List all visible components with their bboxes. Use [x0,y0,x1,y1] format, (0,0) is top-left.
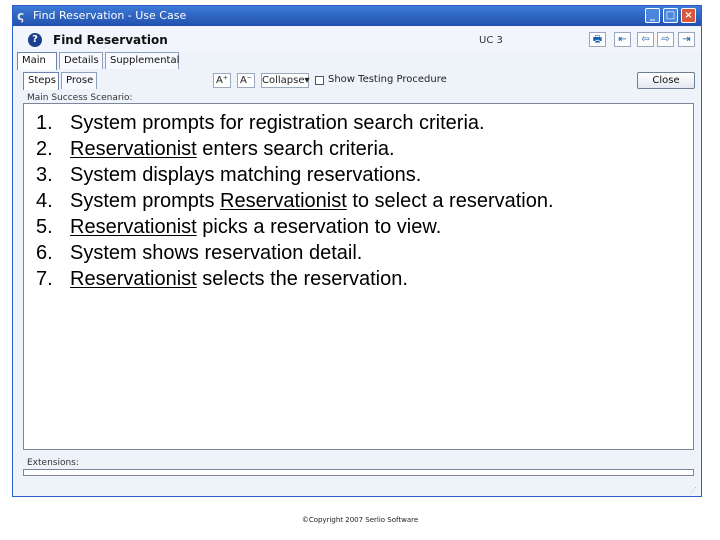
step-item: 1. System prompts for registration search… [36,110,693,136]
minimize-button[interactable]: _ [645,8,660,23]
step-number: 2. [36,138,53,160]
step-item: 2. Reservationist enters search criteria. [36,136,693,162]
window-title: Find Reservation - Use Case [33,9,187,22]
close-window-button[interactable]: × [681,8,696,23]
use-case-window: ς Find Reservation - Use Case _ □ × ? Fi… [12,5,702,497]
tab-prose[interactable]: Prose [61,72,97,89]
step-item: 6. System shows reservation detail. [36,240,693,266]
step-number: 1. [36,112,53,134]
step-number: 5. [36,216,53,238]
step-item: 3. System displays matching reservations. [36,162,693,188]
steps-toolbar: Steps Prose A⁺ A⁻ Collapse▾ Show Testing… [23,72,695,90]
back-icon[interactable]: ⇦ [637,32,654,47]
step-number: 3. [36,164,53,186]
step-text: System prompts for registration search c… [70,112,485,134]
app-icon: ς [17,9,25,23]
step-number: 6. [36,242,53,264]
step-text: System prompts [70,190,221,212]
step-item: 4. System prompts Reservationist to selec… [36,188,693,214]
step-item: 5. Reservationist picks a reservation to … [36,214,693,240]
help-icon[interactable]: ? [28,33,42,47]
last-icon[interactable]: ⇥ [678,32,695,47]
steps-list: 1. System prompts for registration search… [24,104,693,292]
collapse-dropdown[interactable]: Collapse▾ [261,73,310,88]
close-button[interactable]: Close [637,72,695,89]
actor-link[interactable]: Reservationist [70,138,197,160]
actor-link[interactable]: Reservationist [220,190,347,212]
steps-panel: 1. System prompts for registration search… [23,103,694,450]
show-testing-checkbox[interactable] [315,76,324,85]
step-text: enters search criteria. [196,138,395,160]
show-testing-label: Show Testing Procedure [328,74,447,85]
font-decrease-icon[interactable]: A⁻ [237,73,255,88]
step-text: selects the reservation. [196,268,408,290]
tab-steps[interactable]: Steps [23,72,59,90]
first-icon[interactable]: ⇤ [614,32,631,47]
tab-main[interactable]: Main [17,52,57,70]
step-text: System shows reservation detail. [70,242,363,264]
actor-link[interactable]: Reservationist [70,268,197,290]
extensions-panel[interactable] [23,469,694,476]
extensions-label: Extensions: [27,458,79,468]
step-text: picks a reservation to view. [196,216,442,238]
step-item: 7. Reservationist selects the reservation… [36,266,693,292]
use-case-id: UC 3 [479,35,503,46]
maximize-button[interactable]: □ [663,8,678,23]
font-increase-icon[interactable]: A⁺ [213,73,231,88]
print-icon[interactable]: 🖶 [589,32,606,47]
use-case-title: Find Reservation [53,33,168,47]
resize-grip-icon[interactable]: ⋰ [690,486,697,494]
step-number: 7. [36,268,53,290]
actor-link[interactable]: Reservationist [70,216,197,238]
step-text: System displays matching reservations. [70,164,422,186]
use-case-header: ? Find Reservation UC 3 🖶 ⇤ ⇦ ⇨ ⇥ [13,26,701,53]
tab-details[interactable]: Details [59,52,103,69]
forward-icon[interactable]: ⇨ [657,32,674,47]
title-bar[interactable]: ς Find Reservation - Use Case _ □ × [13,6,701,26]
copyright-text: ©Copyright 2007 Serlio Software [301,516,419,524]
status-strip: ⋰ [13,482,701,496]
step-text: to select a reservation. [346,190,554,212]
tab-supplemental[interactable]: Supplemental [105,52,179,69]
step-number: 4. [36,190,53,212]
